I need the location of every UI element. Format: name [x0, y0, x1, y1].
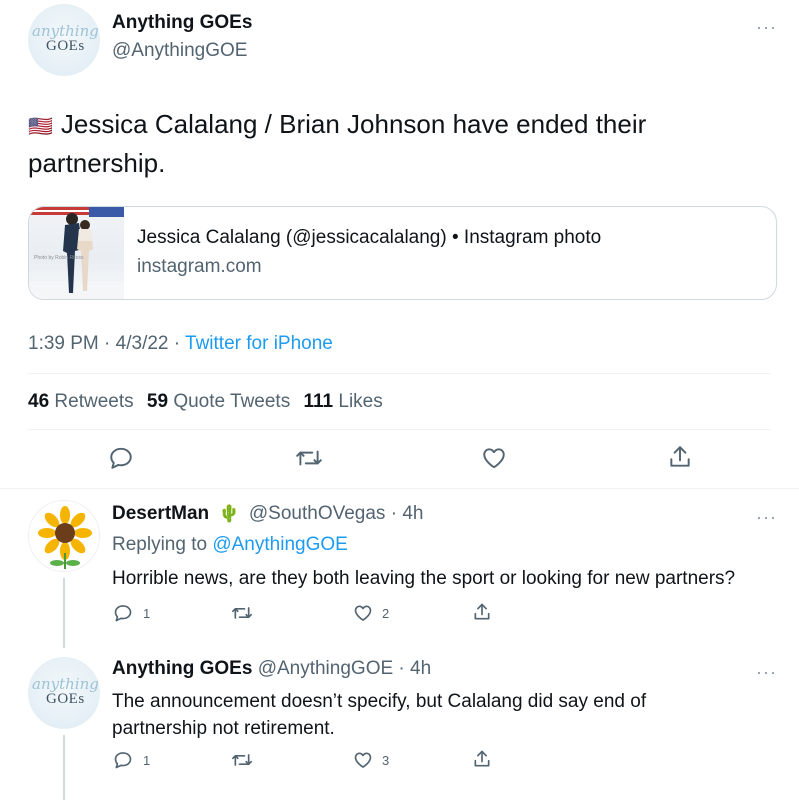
share-icon[interactable]	[472, 749, 492, 769]
avatar[interactable]	[28, 500, 100, 572]
tweet-body: Jessica Calalang / Brian Johnson have en…	[28, 109, 647, 178]
like-icon[interactable]	[353, 750, 373, 770]
avatar[interactable]: anything GOEs	[28, 4, 100, 76]
display-name[interactable]: Anything GOEs	[112, 658, 252, 679]
reply-text: The announcement doesn’t specify, but Ca…	[112, 691, 647, 739]
sunflower-icon	[38, 506, 92, 569]
reply-header: DesertMan 🌵 @SouthOVegas · 4h	[112, 503, 424, 524]
thread-line	[63, 735, 65, 800]
like-icon[interactable]	[353, 603, 373, 623]
reply-icon[interactable]	[113, 750, 133, 770]
link-card[interactable]: Photo by Robin Ritoss Jessica Calalang (…	[28, 206, 777, 300]
retweets-stat[interactable]: 46 Retweets	[28, 391, 134, 412]
stats-row: 46 Retweets 59 Quote Tweets 111 Likes	[28, 391, 383, 413]
link-card-domain: instagram.com	[137, 256, 262, 277]
reply-icon[interactable]	[113, 603, 133, 623]
thread-line	[63, 578, 65, 648]
reply-time[interactable]: 4h	[402, 503, 423, 524]
handle[interactable]: @SouthOVegas	[249, 503, 386, 524]
tweet-source[interactable]: Twitter for iPhone	[185, 333, 333, 354]
like-count: 2	[382, 606, 390, 621]
replying-to-label: Replying to	[112, 534, 208, 555]
share-icon[interactable]	[667, 444, 693, 470]
likes-stat[interactable]: 111 Likes	[304, 391, 383, 412]
cactus-icon: 🌵	[218, 504, 240, 523]
tweet-time[interactable]: 1:39 PM	[28, 333, 99, 354]
divider	[28, 373, 771, 374]
retweet-icon[interactable]	[231, 750, 253, 770]
display-name[interactable]: DesertMan	[112, 503, 209, 524]
avatar[interactable]: anything GOEs	[28, 657, 100, 729]
link-card-image: Photo by Robin Ritoss	[29, 207, 124, 299]
image-credit: Photo by Robin Ritoss	[34, 255, 84, 261]
more-horizontal-icon[interactable]: ···	[756, 663, 777, 681]
timestamp-row: 1:39 PM · 4/3/22 · Twitter for iPhone	[28, 333, 333, 354]
retweet-icon[interactable]	[295, 445, 323, 471]
handle[interactable]: @AnythingGOE	[258, 658, 393, 679]
reply-count: 1	[143, 606, 151, 621]
more-horizontal-icon[interactable]: ···	[756, 508, 777, 526]
more-horizontal-icon[interactable]: ···	[756, 18, 777, 36]
reply-icon[interactable]	[108, 445, 134, 471]
flag-icon: 🇺🇸	[28, 116, 53, 138]
like-count: 3	[382, 753, 390, 768]
reply-time[interactable]: 4h	[410, 658, 431, 679]
tweet-text: 🇺🇸 Jessica Calalang / Brian Johnson have …	[28, 106, 748, 181]
replying-to-handle[interactable]: @AnythingGOE	[212, 534, 347, 555]
reply-text: Horrible news, are they both leaving the…	[112, 568, 736, 589]
handle[interactable]: @AnythingGOE	[112, 40, 247, 62]
quotes-stat[interactable]: 59 Quote Tweets	[147, 391, 290, 412]
divider	[28, 429, 771, 430]
section-divider	[0, 488, 799, 489]
reply-count: 1	[143, 753, 151, 768]
like-icon[interactable]	[481, 445, 507, 471]
avatar-text: GOEs	[46, 691, 85, 707]
tweet-date[interactable]: 4/3/22	[116, 333, 169, 354]
avatar-text: GOEs	[46, 38, 85, 54]
retweet-icon[interactable]	[231, 603, 253, 623]
reply-header: Anything GOEs @AnythingGOE · 4h	[112, 658, 432, 679]
link-card-title: Jessica Calalang (@jessicacalalang) • In…	[137, 227, 602, 248]
replying-to: Replying to @AnythingGOE	[112, 534, 348, 556]
display-name[interactable]: Anything GOEs	[112, 12, 252, 34]
share-icon[interactable]	[472, 602, 492, 622]
